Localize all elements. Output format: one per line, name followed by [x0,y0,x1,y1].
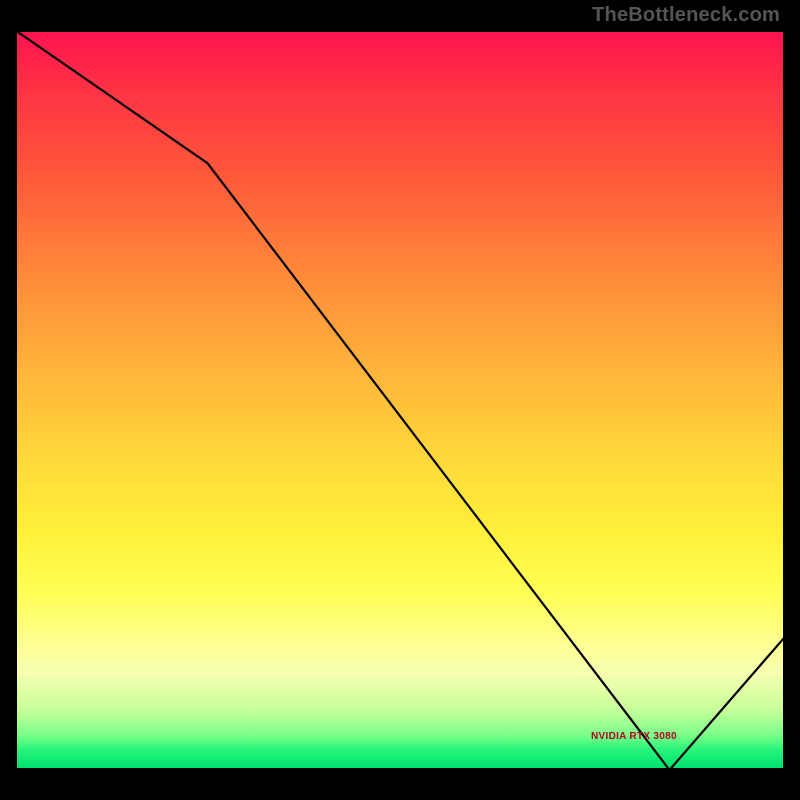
watermark-text: TheBottleneck.com [592,4,780,27]
chart-container: TheBottleneck.com NVIDIA RTX 3080 [0,0,800,800]
plot-frame: NVIDIA RTX 3080 [15,30,785,770]
gpu-label: NVIDIA RTX 3080 [591,731,677,742]
plot-gradient-background [15,30,785,770]
